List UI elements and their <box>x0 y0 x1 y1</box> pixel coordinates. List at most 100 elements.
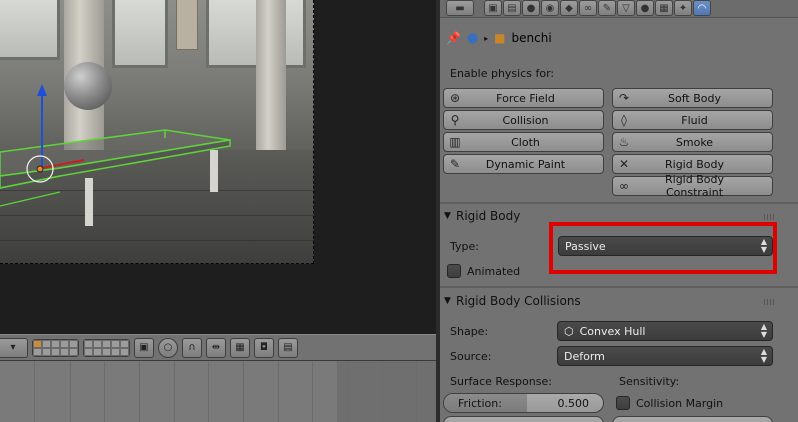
layer[interactable] <box>33 347 42 356</box>
render-only-icon[interactable]: ○ <box>158 337 178 358</box>
3d-viewport[interactable] <box>0 0 436 334</box>
panel-drag-grip-icon[interactable] <box>764 299 776 305</box>
object-data-icon: ⬤ <box>466 32 479 44</box>
smoke-button[interactable]: ♨ Smoke <box>612 132 773 152</box>
breadcrumb-arrow-icon: ▸ <box>484 33 489 43</box>
render-tab-icon[interactable]: ▣ <box>484 0 502 16</box>
type-label: Type: <box>450 240 479 253</box>
layer[interactable] <box>84 339 93 348</box>
layer[interactable] <box>93 339 102 348</box>
frame-gridline <box>70 361 71 422</box>
camera-frame <box>0 0 314 264</box>
layer-1[interactable] <box>33 339 42 348</box>
layer[interactable] <box>111 347 120 356</box>
layer[interactable] <box>42 339 51 348</box>
collision-button[interactable]: ⚲ Collision <box>443 110 604 130</box>
cloth-button[interactable]: ▥ Cloth <box>443 132 604 152</box>
soft-body-button[interactable]: ↷ Soft Body <box>612 88 773 108</box>
properties-editor: ▬ ▣ ▤ ● ◉ ◆ ∞ ✎ ▽ ● ▦ ✦ ◠ 📌 ⬤ ▸ ■ benchi… <box>440 0 798 422</box>
snap-magnet-icon[interactable]: ∩ <box>182 337 202 358</box>
frame-gridline <box>139 361 140 422</box>
collisions-panel-header[interactable]: ▼ Rigid Body Collisions <box>444 290 778 312</box>
layer-lock-icon[interactable]: ▣ <box>134 337 154 358</box>
rigid-body-button[interactable]: ✕ Rigid Body <box>612 154 773 174</box>
shading-dropdown[interactable]: ▾ <box>0 337 28 358</box>
friction-slider[interactable]: Friction: 0.500 <box>443 393 604 413</box>
margin-slider-partial[interactable] <box>612 416 773 422</box>
layer[interactable] <box>51 347 60 356</box>
layer[interactable] <box>120 339 129 348</box>
frame-gridline <box>174 361 175 422</box>
rigid-body-constraint-button[interactable]: ∞ Rigid Body Constraint <box>612 173 773 199</box>
collision-label: Collision <box>502 113 549 127</box>
frame-gridline <box>34 361 35 422</box>
panel-drag-grip-icon[interactable] <box>764 214 776 220</box>
world-tab-icon[interactable]: ◉ <box>541 0 559 16</box>
physics-tab-icon[interactable]: ◠ <box>693 0 711 16</box>
friction-label: Friction: <box>458 396 502 410</box>
fluid-button[interactable]: ◊ Fluid <box>612 110 773 130</box>
opengl-render-icon[interactable]: ◘ <box>254 337 274 358</box>
smoke-label: Smoke <box>675 135 714 149</box>
layer[interactable] <box>69 339 78 348</box>
dynamic-paint-button[interactable]: ✎ Dynamic Paint <box>443 154 604 174</box>
layer[interactable] <box>111 339 120 348</box>
cloth-label: Cloth <box>511 135 540 149</box>
animated-checkbox[interactable] <box>447 264 461 278</box>
layer-selector-2[interactable] <box>83 338 130 357</box>
restitution-slider-partial[interactable] <box>443 416 604 422</box>
layer[interactable] <box>120 347 129 356</box>
frame-gridline <box>312 361 313 422</box>
dropdown-arrows-icon: ▲ ▼ <box>760 347 767 364</box>
texture-tab-icon[interactable]: ▦ <box>655 0 673 16</box>
friction-value: 0.500 <box>557 396 590 410</box>
layer[interactable] <box>42 347 51 356</box>
timeline-area[interactable] <box>0 361 436 422</box>
layer[interactable] <box>102 339 111 348</box>
frame-gridline <box>243 361 244 422</box>
animated-label: Animated <box>467 265 521 278</box>
force-field-label: Force Field <box>496 91 555 105</box>
editor-type-icon[interactable]: ▬ <box>446 0 474 16</box>
mesh-cube-icon: ■ <box>494 31 506 45</box>
collision-margin-checkbox[interactable] <box>616 396 630 410</box>
object-tab-icon[interactable]: ◆ <box>560 0 578 16</box>
data-tab-icon[interactable]: ▽ <box>617 0 635 16</box>
frame-gridline <box>382 361 383 422</box>
layer[interactable] <box>84 347 93 356</box>
layer[interactable] <box>60 347 69 356</box>
layer[interactable] <box>69 347 78 356</box>
soft-body-icon: ↷ <box>618 91 630 105</box>
pin-icon[interactable]: 📌 <box>446 31 461 45</box>
shape-value: Convex Hull <box>579 324 646 338</box>
modifiers-tab-icon[interactable]: ✎ <box>598 0 616 16</box>
frame-gridline <box>104 361 105 422</box>
render-animation-icon[interactable]: ▤ <box>278 337 298 358</box>
sensitivity-label: Sensitivity: <box>619 375 680 388</box>
scene-tab-icon[interactable]: ● <box>522 0 540 16</box>
rigid-body-label: Rigid Body <box>665 157 724 171</box>
fluid-label: Fluid <box>681 113 708 127</box>
layer[interactable] <box>102 347 111 356</box>
layer[interactable] <box>93 347 102 356</box>
snap-target-icon[interactable]: ⇹ <box>206 337 226 358</box>
material-tab-icon[interactable]: ● <box>636 0 654 16</box>
smoke-icon: ♨ <box>618 135 630 149</box>
frame-gridline <box>278 361 279 422</box>
render-layers-tab-icon[interactable]: ▤ <box>503 0 521 16</box>
viewport-header: ▾ ▣ ○ ∩ ⇹ ▦ ◘ ▤ <box>0 334 436 360</box>
rigid-body-constraint-label: Rigid Body Constraint <box>665 173 724 199</box>
constraints-tab-icon[interactable]: ∞ <box>579 0 597 16</box>
layer[interactable] <box>51 339 60 348</box>
annotation-highlight-box <box>549 222 777 274</box>
source-label: Source: <box>450 350 492 363</box>
shape-dropdown[interactable]: ⬡ Convex Hull ▲ ▼ <box>557 321 773 341</box>
properties-header: ▬ ▣ ▤ ● ◉ ◆ ∞ ✎ ▽ ● ▦ ✦ ◠ <box>440 0 798 18</box>
layer[interactable] <box>60 339 69 348</box>
force-field-button[interactable]: ⊛ Force Field <box>443 88 604 108</box>
source-dropdown[interactable]: Deform ▲ ▼ <box>557 346 773 366</box>
dropdown-arrows-icon: ▲ ▼ <box>760 322 767 339</box>
proportional-edit-icon[interactable]: ▦ <box>230 337 250 358</box>
particles-tab-icon[interactable]: ✦ <box>674 0 692 16</box>
layer-selector-1[interactable] <box>32 338 79 357</box>
